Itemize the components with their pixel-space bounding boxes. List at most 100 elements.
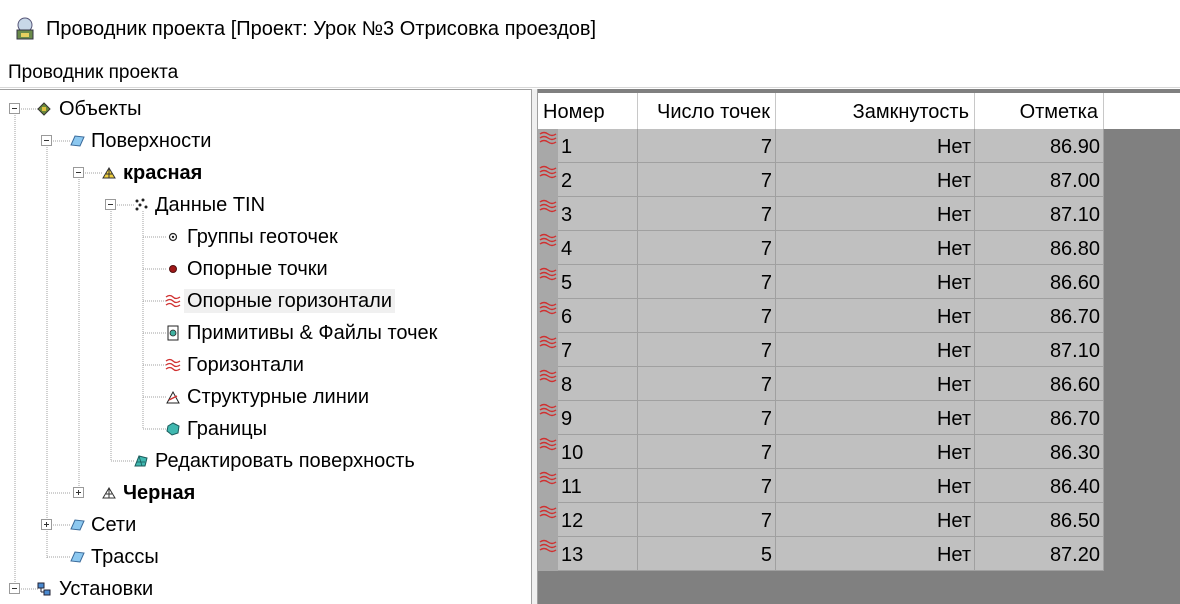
contour-icon — [539, 471, 557, 485]
contour-icon — [539, 267, 557, 281]
cell-elevation[interactable]: 87.20 — [975, 537, 1104, 571]
settings-icon — [37, 582, 51, 596]
cell-number[interactable]: 7 — [558, 333, 638, 367]
cell-closed[interactable]: Нет — [776, 367, 975, 401]
cell-number[interactable]: 2 — [558, 163, 638, 197]
cell-closed[interactable]: Нет — [776, 265, 975, 299]
table-row[interactable]: 3 7 Нет 87.10 — [538, 197, 1104, 231]
cell-number[interactable]: 3 — [558, 197, 638, 231]
cell-closed[interactable]: Нет — [776, 503, 975, 537]
cell-closed[interactable]: Нет — [776, 401, 975, 435]
cell-closed[interactable]: Нет — [776, 163, 975, 197]
cell-point-count[interactable]: 7 — [638, 367, 776, 401]
cell-closed[interactable]: Нет — [776, 129, 975, 163]
collapse-icon[interactable] — [9, 583, 20, 594]
surface-icon — [102, 487, 116, 499]
table-row[interactable]: 5 7 Нет 86.60 — [538, 265, 1104, 299]
cell-elevation[interactable]: 86.60 — [975, 265, 1104, 299]
table-row[interactable]: 9 7 Нет 86.70 — [538, 401, 1104, 435]
cell-elevation[interactable]: 87.10 — [975, 333, 1104, 367]
row-marker[interactable] — [538, 503, 558, 537]
table-row[interactable]: 8 7 Нет 86.60 — [538, 367, 1104, 401]
table-row[interactable]: 1 7 Нет 86.90 — [538, 129, 1104, 163]
cell-number[interactable]: 8 — [558, 367, 638, 401]
row-marker[interactable] — [538, 197, 558, 231]
collapse-icon[interactable] — [41, 135, 52, 146]
cell-elevation[interactable]: 86.40 — [975, 469, 1104, 503]
contour-icon — [539, 165, 557, 179]
row-marker[interactable] — [538, 163, 558, 197]
table-row[interactable]: 2 7 Нет 87.00 — [538, 163, 1104, 197]
cell-closed[interactable]: Нет — [776, 435, 975, 469]
cell-number[interactable]: 13 — [558, 537, 638, 571]
cell-closed[interactable]: Нет — [776, 231, 975, 265]
table-row[interactable]: 7 7 Нет 87.10 — [538, 333, 1104, 367]
tin-data-icon — [135, 198, 148, 211]
cell-elevation[interactable]: 86.90 — [975, 129, 1104, 163]
cell-point-count[interactable]: 7 — [638, 265, 776, 299]
column-header-elevation[interactable]: Отметка — [975, 93, 1104, 129]
cell-number[interactable]: 9 — [558, 401, 638, 435]
column-header-point-count[interactable]: Число точек — [638, 93, 776, 129]
table-row[interactable]: 11 7 Нет 86.40 — [538, 469, 1104, 503]
cell-point-count[interactable]: 7 — [638, 435, 776, 469]
cell-point-count[interactable]: 7 — [638, 299, 776, 333]
cell-point-count[interactable]: 7 — [638, 469, 776, 503]
cell-closed[interactable]: Нет — [776, 469, 975, 503]
cell-number[interactable]: 12 — [558, 503, 638, 537]
row-marker[interactable] — [538, 367, 558, 401]
row-marker[interactable] — [538, 265, 558, 299]
row-marker[interactable] — [538, 299, 558, 333]
cell-elevation[interactable]: 86.60 — [975, 367, 1104, 401]
table-row[interactable]: 4 7 Нет 86.80 — [538, 231, 1104, 265]
collapse-icon[interactable] — [105, 199, 116, 210]
cell-point-count[interactable]: 7 — [638, 503, 776, 537]
cell-point-count[interactable]: 7 — [638, 231, 776, 265]
cell-elevation[interactable]: 86.70 — [975, 299, 1104, 333]
cell-closed[interactable]: Нет — [776, 197, 975, 231]
cell-elevation[interactable]: 86.80 — [975, 231, 1104, 265]
collapse-icon[interactable] — [9, 103, 20, 114]
cell-elevation[interactable]: 86.50 — [975, 503, 1104, 537]
expand-icon[interactable] — [73, 487, 84, 498]
cell-point-count[interactable]: 5 — [638, 537, 776, 571]
cell-number[interactable]: 6 — [558, 299, 638, 333]
column-header-number[interactable]: Номер — [538, 93, 638, 129]
table-row[interactable]: 13 5 Нет 87.20 — [538, 537, 1104, 571]
cell-point-count[interactable]: 7 — [638, 163, 776, 197]
cell-point-count[interactable]: 7 — [638, 333, 776, 367]
cell-number[interactable]: 4 — [558, 231, 638, 265]
table-row[interactable]: 10 7 Нет 86.30 — [538, 435, 1104, 469]
row-marker[interactable] — [538, 129, 558, 163]
cell-elevation[interactable]: 87.00 — [975, 163, 1104, 197]
cell-closed[interactable]: Нет — [776, 537, 975, 571]
column-header-closed[interactable]: Замкнутость — [776, 93, 975, 129]
cell-number[interactable]: 5 — [558, 265, 638, 299]
row-marker[interactable] — [538, 333, 558, 367]
cell-number[interactable]: 10 — [558, 435, 638, 469]
row-marker[interactable] — [538, 435, 558, 469]
row-marker[interactable] — [538, 537, 558, 571]
cell-point-count[interactable]: 7 — [638, 129, 776, 163]
tree-node-label: Объекты — [59, 98, 142, 120]
row-marker[interactable] — [538, 469, 558, 503]
menu-project-explorer[interactable]: Проводник проекта — [8, 62, 178, 84]
contour-data-grid: Номер Число точек Замкнутость Отметка 17… — [538, 89, 1180, 604]
cell-elevation[interactable]: 87.10 — [975, 197, 1104, 231]
row-marker[interactable] — [538, 231, 558, 265]
cell-point-count[interactable]: 7 — [638, 401, 776, 435]
cell-elevation[interactable]: 86.70 — [975, 401, 1104, 435]
folder-icon — [70, 519, 85, 531]
collapse-icon[interactable] — [73, 167, 84, 178]
row-marker[interactable] — [538, 401, 558, 435]
table-row[interactable]: 12 7 Нет 86.50 — [538, 503, 1104, 537]
cell-number[interactable]: 11 — [558, 469, 638, 503]
cell-elevation[interactable]: 86.30 — [975, 435, 1104, 469]
expand-icon[interactable] — [41, 519, 52, 530]
table-row[interactable]: 6 7 Нет 86.70 — [538, 299, 1104, 333]
title-bar: Проводник проекта [Проект: Урок №3 Отрис… — [0, 0, 1180, 56]
cell-closed[interactable]: Нет — [776, 299, 975, 333]
cell-closed[interactable]: Нет — [776, 333, 975, 367]
cell-point-count[interactable]: 7 — [638, 197, 776, 231]
cell-number[interactable]: 1 — [558, 129, 638, 163]
